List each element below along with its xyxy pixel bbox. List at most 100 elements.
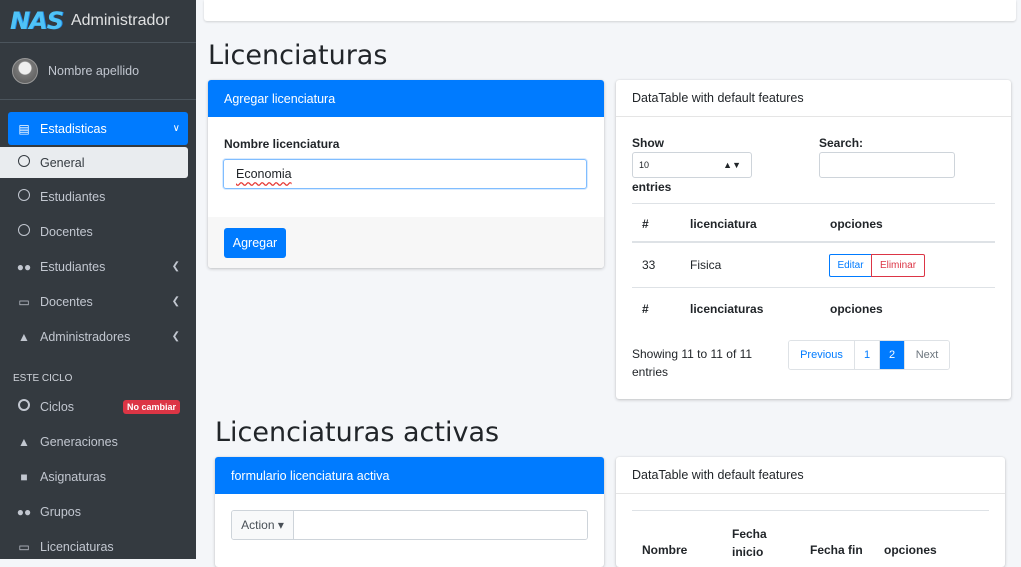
sidebar-item-grupos[interactable]: ●● Grupos (8, 495, 188, 528)
brand-logo: NAS (10, 7, 64, 35)
chalkboard-teacher-icon: ▭ (18, 539, 30, 554)
sidebar-item-label: Ciclos (40, 399, 75, 414)
sidebar: NAS Administrador Nombre apellido ▤ Esta… (0, 0, 196, 559)
chevron-left-icon: ❮ (171, 261, 180, 272)
table-header-border (632, 241, 995, 243)
column-header-opciones[interactable]: opciones (830, 217, 883, 231)
page-size-select[interactable]: 10 ▲▼ (632, 152, 752, 178)
circle-icon (16, 155, 32, 170)
sidebar-item-label: Grupos (40, 504, 81, 519)
sidebar-item-label: General (40, 155, 85, 170)
chevron-left-icon: ❮ (171, 296, 180, 307)
footer-column-number: # (642, 302, 649, 316)
sidebar-item-label: Generaciones (40, 434, 118, 449)
sidebar-item-licenciaturas[interactable]: ▭ Licenciaturas (8, 530, 188, 563)
field-label: Nombre licenciatura (224, 137, 340, 151)
users-icon: ●● (16, 504, 32, 519)
sidebar-item-label: Estudiantes (40, 189, 106, 204)
sidebar-nav-cycle: Ciclos No cambiar ▲ Generaciones ■ Asign… (0, 390, 196, 563)
footer-column-licenciaturas: licenciaturas (690, 302, 764, 316)
add-button[interactable]: Agregar (224, 228, 286, 258)
chart-icon: ▤ (18, 121, 30, 136)
pagination-page-2[interactable]: 2 (880, 341, 905, 369)
datatable-card: DataTable with default features Show 10 … (616, 80, 1011, 399)
sidebar-item-general[interactable]: General (0, 147, 188, 178)
action-input[interactable] (294, 511, 587, 539)
edit-button[interactable]: Editar (829, 254, 872, 277)
column-header-nombre[interactable]: Nombre (642, 543, 687, 557)
sidebar-item-label: Estadisticas (40, 121, 107, 136)
action-dropdown-button[interactable]: Action ▾ (232, 511, 294, 539)
user-name[interactable]: Nombre apellido (48, 64, 139, 78)
table-cell-name: Fisica (690, 258, 722, 272)
user-tie-icon: ▲ (18, 329, 30, 344)
page-size-value: 10 (639, 160, 650, 170)
pagination-page-1[interactable]: 1 (855, 341, 880, 369)
book-icon: ■ (20, 469, 28, 484)
page-title: Licenciaturas (208, 40, 388, 71)
action-input-group: Action ▾ (231, 510, 588, 540)
licenciatura-name-input[interactable]: Economia (223, 159, 587, 189)
sidebar-item-label: Docentes (40, 294, 93, 309)
status-badge: No cambiar (122, 399, 180, 414)
column-header-opciones[interactable]: opciones (884, 543, 937, 557)
avatar (12, 58, 38, 84)
card-header: DataTable with default features (616, 457, 1005, 494)
sidebar-item-ciclos[interactable]: Ciclos No cambiar (8, 390, 188, 423)
select-caret-icon: ▲▼ (723, 160, 741, 170)
sidebar-item-label: Estudiantes (40, 259, 106, 274)
search-label: Search: (819, 136, 864, 150)
user-panel[interactable]: Nombre apellido (0, 43, 196, 100)
table-cell-id: 33 (642, 258, 656, 272)
sidebar-item-label: Licenciaturas (40, 539, 114, 554)
column-header-licenciatura[interactable]: licenciatura (690, 217, 757, 231)
circle-icon (16, 224, 32, 239)
input-value: Economia (236, 167, 292, 181)
section-title-active: Licenciaturas activas (215, 417, 500, 448)
sidebar-item-docentes-stats[interactable]: Docentes (8, 215, 188, 248)
sidebar-item-generaciones[interactable]: ▲ Generaciones (8, 425, 188, 458)
sidebar-item-estudiantes-stats[interactable]: Estudiantes (8, 180, 188, 213)
brand-link[interactable]: NAS Administrador (0, 0, 196, 43)
card-header: DataTable with default features (616, 80, 1011, 117)
show-label: Show (632, 136, 664, 150)
card-header: formulario licenciatura activa (215, 457, 604, 494)
sidebar-item-asignaturas[interactable]: ■ Asignaturas (8, 460, 188, 493)
users-icon: ●● (16, 259, 32, 274)
nav-section-header: ESTE CICLO (13, 373, 73, 384)
sidebar-item-administradores[interactable]: ▲ Administradores ❮ (8, 320, 188, 353)
column-header-number[interactable]: # (642, 217, 649, 231)
sidebar-item-label: Docentes (40, 224, 93, 239)
footer-column-opciones: opciones (830, 302, 883, 316)
search-input[interactable] (819, 152, 955, 178)
add-licenciatura-card: Agregar licenciatura Nombre licenciatura… (208, 80, 604, 268)
active-licenciatura-card: formulario licenciatura activa Action ▾ (215, 457, 604, 567)
sidebar-item-label: Administradores (40, 329, 131, 344)
delete-button[interactable]: Eliminar (871, 254, 925, 277)
entries-label: entries (632, 180, 672, 194)
circle-icon (16, 189, 32, 204)
top-navbar (204, 0, 1016, 21)
table-border (632, 203, 995, 204)
brand-title: Administrador (70, 12, 170, 29)
table-info: Showing 11 to 11 of 11 entries (632, 347, 753, 379)
chevron-left-icon: ❮ (171, 331, 180, 342)
pagination-previous[interactable]: Previous (789, 341, 855, 369)
datatable2-card: DataTable with default features Nombre F… (616, 457, 1005, 567)
sidebar-nav: ▤ Estadisticas ∨ General Estudiantes Doc… (0, 100, 196, 353)
column-header-fecha-fin[interactable]: Fecha fin (810, 543, 863, 557)
table-border (632, 510, 989, 511)
circle-icon (16, 399, 32, 414)
chalkboard-icon: ▭ (18, 294, 30, 309)
pagination: Previous 1 2 Next (788, 340, 950, 370)
card-header: Agregar licenciatura (208, 80, 604, 117)
sidebar-item-docentes[interactable]: ▭ Docentes ❮ (8, 285, 188, 318)
pagination-next[interactable]: Next (905, 341, 949, 369)
sidebar-item-label: Asignaturas (40, 469, 107, 484)
graduation-cap-icon: ▲ (18, 434, 30, 449)
sidebar-item-estudiantes[interactable]: ●● Estudiantes ❮ (8, 250, 188, 283)
sidebar-item-estadisticas[interactable]: ▤ Estadisticas ∨ (8, 112, 188, 145)
chevron-down-icon: ∨ (172, 123, 180, 134)
column-header-fecha-inicio[interactable]: Fecha inicio (732, 525, 772, 561)
table-row-border (632, 287, 995, 288)
